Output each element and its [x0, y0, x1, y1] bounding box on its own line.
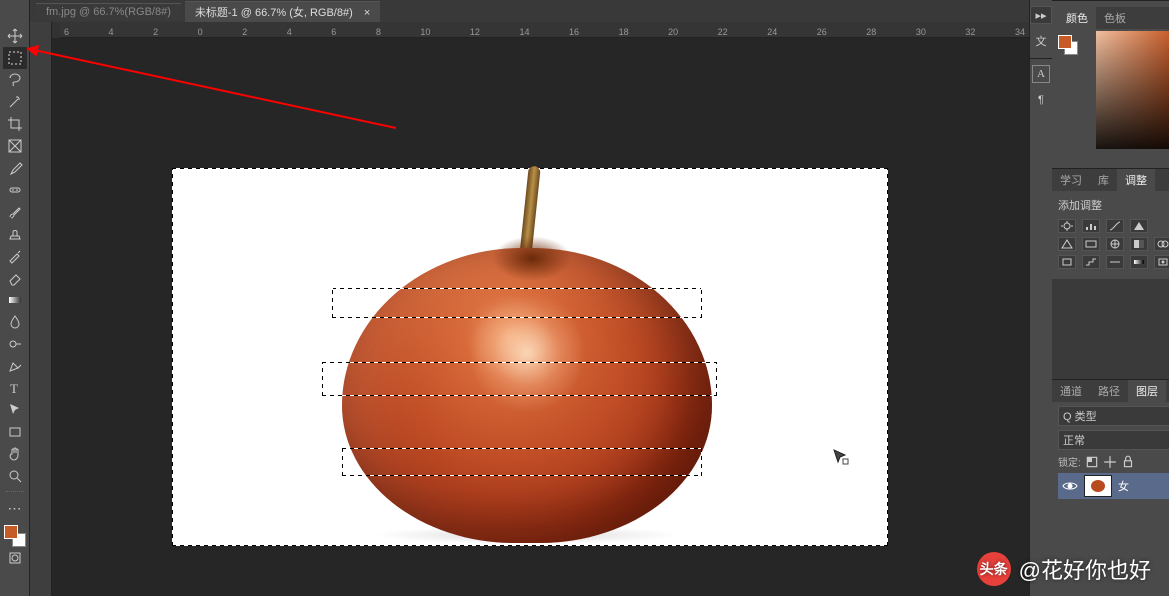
exposure-adjustment-icon[interactable]	[1130, 219, 1148, 233]
hue-adjustment-icon[interactable]	[1082, 237, 1100, 251]
layers-panel: 通道 路径 图层 Q 类型 正常 锁定: 女	[1052, 379, 1169, 503]
libraries-tab[interactable]: 库	[1090, 169, 1117, 191]
color-panel: 颜色 色板	[1052, 0, 1169, 168]
adjustments-panel: 学习 库 调整 添加调整	[1052, 168, 1169, 279]
history-brush-tool[interactable]	[3, 245, 27, 267]
eyedropper-tool[interactable]	[3, 157, 27, 179]
document-canvas[interactable]	[172, 168, 888, 546]
dock-divider-icon	[1030, 58, 1052, 59]
toolbox: T ⋯	[0, 0, 30, 596]
pen-tool[interactable]	[3, 355, 27, 377]
foreground-color-swatch[interactable]	[4, 525, 18, 539]
ruler-horizontal: 642 024 6810 121416 182022 242628 303234	[60, 22, 1029, 38]
color-tab[interactable]: 颜色	[1058, 7, 1096, 29]
color-balance-icon[interactable]	[1106, 237, 1124, 251]
dodge-tool[interactable]	[3, 333, 27, 355]
color-swatches[interactable]	[4, 525, 26, 547]
layer-thumbnail	[1084, 475, 1112, 497]
blend-mode-select[interactable]: 正常	[1058, 430, 1169, 450]
hand-tool[interactable]	[3, 443, 27, 465]
clone-stamp-tool[interactable]	[3, 223, 27, 245]
lock-row: 锁定:	[1058, 454, 1169, 469]
lasso-tool[interactable]	[3, 69, 27, 91]
marquee-tool[interactable]	[3, 47, 27, 69]
apple-image	[342, 158, 712, 546]
frame-tool[interactable]	[3, 135, 27, 157]
panel-gap	[1052, 279, 1169, 379]
edit-toolbar-icon[interactable]: ⋯	[3, 497, 27, 519]
selective-color-icon[interactable]	[1154, 255, 1169, 269]
document-tab-bar: fm.jpg @ 66.7%(RGB/8#) 未标题-1 @ 66.7% (女,…	[30, 0, 1169, 22]
gradient-tool[interactable]	[3, 289, 27, 311]
panel-color-swatches[interactable]	[1058, 35, 1078, 55]
layers-tab[interactable]: 图层	[1128, 380, 1166, 402]
healing-brush-tool[interactable]	[3, 179, 27, 201]
threshold-icon[interactable]	[1106, 255, 1124, 269]
lock-label: 锁定:	[1058, 454, 1081, 469]
dock-doc-icon[interactable]: 文	[1030, 30, 1052, 52]
document-tab-label: 未标题-1 @ 66.7% (女, RGB/8#)	[195, 7, 353, 19]
brush-tool[interactable]	[3, 201, 27, 223]
watermark: 头条 @花好你也好	[977, 552, 1151, 586]
bw-adjustment-icon[interactable]	[1130, 237, 1148, 251]
visibility-eye-icon[interactable]	[1062, 478, 1078, 494]
swatches-tab[interactable]: 色板	[1096, 7, 1134, 29]
layer-name-label[interactable]: 女	[1118, 478, 1129, 494]
invert-adjustment-icon[interactable]	[1058, 255, 1076, 269]
photo-filter-icon[interactable]	[1154, 237, 1169, 251]
dock-collapse-icon[interactable]: ▸▸	[1030, 6, 1052, 24]
layer-filter-select[interactable]: Q 类型	[1058, 406, 1169, 426]
crop-tool[interactable]	[3, 113, 27, 135]
eraser-tool[interactable]	[3, 267, 27, 289]
canvas-workspace	[52, 38, 1029, 596]
right-dock: ▸▸ 文 A ¶ 颜色 色板 学习 库 调整 添加调整	[1029, 0, 1169, 596]
learn-tab[interactable]: 学习	[1052, 169, 1090, 191]
lock-all-icon[interactable]	[1121, 455, 1135, 469]
watermark-badge: 头条	[977, 552, 1011, 586]
dock-icon-strip: ▸▸ 文 A ¶	[1029, 0, 1052, 596]
document-tab-inactive[interactable]: fm.jpg @ 66.7%(RGB/8#)	[36, 3, 181, 20]
adjustments-tab[interactable]: 调整	[1117, 169, 1155, 191]
dock-type-icon[interactable]: A	[1032, 65, 1050, 83]
watermark-text: @花好你也好	[1019, 553, 1151, 585]
quick-mask-tool[interactable]	[3, 547, 27, 569]
levels-adjustment-icon[interactable]	[1082, 219, 1100, 233]
color-ramp[interactable]	[1096, 31, 1169, 149]
posterize-icon[interactable]	[1082, 255, 1100, 269]
magic-wand-tool[interactable]	[3, 91, 27, 113]
move-tool[interactable]	[3, 25, 27, 47]
add-adjustment-label: 添加调整	[1058, 197, 1169, 213]
document-tab-active[interactable]: 未标题-1 @ 66.7% (女, RGB/8#) ×	[185, 1, 380, 22]
curves-adjustment-icon[interactable]	[1106, 219, 1124, 233]
lock-pixels-icon[interactable]	[1085, 455, 1099, 469]
mouse-cursor-icon	[832, 448, 850, 466]
dock-paragraph-icon[interactable]: ¶	[1030, 89, 1052, 111]
type-tool[interactable]: T	[3, 377, 27, 399]
paths-tab[interactable]: 路径	[1090, 380, 1128, 402]
toolbox-secondary-strip	[30, 22, 52, 596]
brightness-adjustment-icon[interactable]	[1058, 219, 1076, 233]
vibrance-adjustment-icon[interactable]	[1058, 237, 1076, 251]
path-selection-tool[interactable]	[3, 399, 27, 421]
gradient-map-icon[interactable]	[1130, 255, 1148, 269]
blur-tool[interactable]	[3, 311, 27, 333]
zoom-tool[interactable]	[3, 465, 27, 487]
svg-text:T: T	[10, 381, 18, 396]
channels-tab[interactable]: 通道	[1052, 380, 1090, 402]
rectangle-tool[interactable]	[3, 421, 27, 443]
lock-position-icon[interactable]	[1103, 455, 1117, 469]
close-tab-icon[interactable]: ×	[364, 7, 370, 19]
layer-item[interactable]: 女	[1058, 473, 1169, 499]
dock-panels: 颜色 色板 学习 库 调整 添加调整	[1052, 0, 1169, 596]
